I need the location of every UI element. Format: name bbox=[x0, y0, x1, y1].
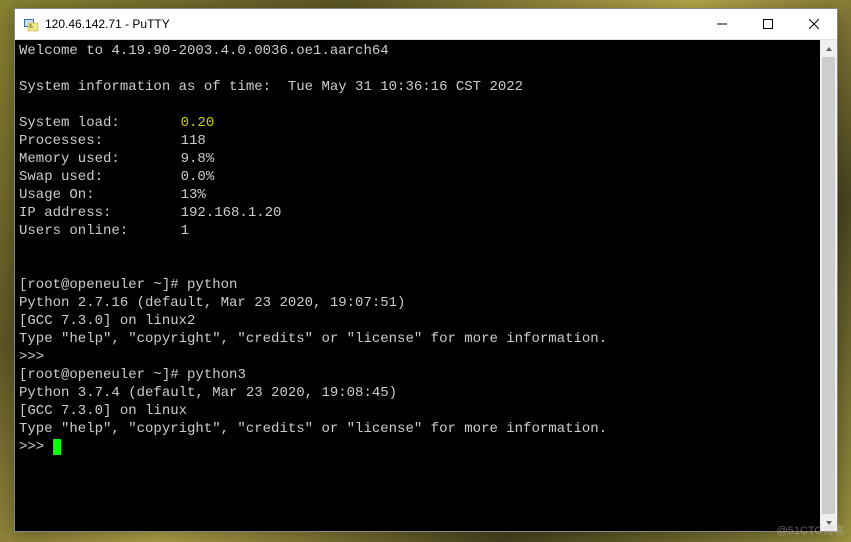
memory-used-value: 9.8% bbox=[181, 151, 215, 167]
sysinfo-time-value: Tue May 31 10:36:16 CST 2022 bbox=[288, 79, 523, 95]
system-load-label: System load: bbox=[19, 114, 147, 132]
swap-used-label: Swap used: bbox=[19, 168, 147, 186]
python2-version-line: Python 2.7.16 (default, Mar 23 2020, 19:… bbox=[19, 294, 833, 312]
sysinfo-time-label: System information as of time: bbox=[19, 79, 288, 95]
repl-prompt-text: >>> bbox=[19, 439, 53, 455]
python3-version-line: Python 3.7.4 (default, Mar 23 2020, 19:0… bbox=[19, 384, 833, 402]
sysinfo-time-line: System information as of time: Tue May 3… bbox=[19, 78, 833, 96]
usage-on-label: Usage On: bbox=[19, 186, 147, 204]
system-load-line: System load: 0.20 bbox=[19, 114, 833, 132]
blank-line bbox=[19, 240, 833, 258]
maximize-button[interactable] bbox=[745, 9, 791, 39]
scroll-down-button[interactable] bbox=[820, 514, 837, 531]
close-button[interactable] bbox=[791, 9, 837, 39]
scroll-up-button[interactable] bbox=[820, 40, 837, 57]
repl-prompt-1: >>> bbox=[19, 348, 833, 366]
blank-line bbox=[19, 258, 833, 276]
memory-used-label: Memory used: bbox=[19, 150, 147, 168]
command-1: python bbox=[187, 277, 237, 293]
command-2: python3 bbox=[187, 367, 246, 383]
memory-used-line: Memory used: 9.8% bbox=[19, 150, 833, 168]
system-load-value: 0.20 bbox=[181, 115, 215, 131]
repl-prompt-2: >>> bbox=[19, 438, 833, 456]
putty-window: 120.46.142.71 - PuTTY Welcome to 4.19.90… bbox=[14, 8, 838, 532]
python-help-line-1: Type "help", "copyright", "credits" or "… bbox=[19, 330, 833, 348]
usage-on-line: Usage On: 13% bbox=[19, 186, 833, 204]
processes-value: 118 bbox=[181, 133, 206, 149]
terminal-body[interactable]: Welcome to 4.19.90-2003.4.0.0036.oe1.aar… bbox=[15, 40, 837, 531]
python3-gcc-line: [GCC 7.3.0] on linux bbox=[19, 402, 833, 420]
minimize-button[interactable] bbox=[699, 9, 745, 39]
swap-used-value: 0.0% bbox=[181, 169, 215, 185]
users-online-line: Users online: 1 bbox=[19, 222, 833, 240]
processes-label: Processes: bbox=[19, 132, 147, 150]
python2-gcc-line: [GCC 7.3.0] on linux2 bbox=[19, 312, 833, 330]
ip-address-line: IP address: 192.168.1.20 bbox=[19, 204, 833, 222]
terminal-cursor bbox=[53, 439, 61, 455]
blank-line bbox=[19, 60, 833, 78]
shell-prompt-2: [root@openeuler ~]# bbox=[19, 367, 187, 383]
blank-line bbox=[19, 96, 833, 114]
welcome-line: Welcome to 4.19.90-2003.4.0.0036.oe1.aar… bbox=[19, 42, 833, 60]
scrollbar-thumb[interactable] bbox=[822, 57, 835, 514]
usage-on-value: 13% bbox=[181, 187, 206, 203]
users-online-label: Users online: bbox=[19, 222, 147, 240]
terminal-scrollbar[interactable] bbox=[820, 40, 837, 531]
window-title: 120.46.142.71 - PuTTY bbox=[45, 17, 699, 31]
putty-icon bbox=[23, 16, 39, 32]
users-online-value: 1 bbox=[181, 223, 189, 239]
swap-used-line: Swap used: 0.0% bbox=[19, 168, 833, 186]
ip-address-label: IP address: bbox=[19, 204, 147, 222]
ip-address-value: 192.168.1.20 bbox=[181, 205, 282, 221]
scrollbar-track[interactable] bbox=[820, 57, 837, 514]
prompt-line-2: [root@openeuler ~]# python3 bbox=[19, 366, 833, 384]
shell-prompt-1: [root@openeuler ~]# bbox=[19, 277, 187, 293]
processes-line: Processes: 118 bbox=[19, 132, 833, 150]
python-help-line-2: Type "help", "copyright", "credits" or "… bbox=[19, 420, 833, 438]
titlebar[interactable]: 120.46.142.71 - PuTTY bbox=[15, 9, 837, 40]
prompt-line-1: [root@openeuler ~]# python bbox=[19, 276, 833, 294]
